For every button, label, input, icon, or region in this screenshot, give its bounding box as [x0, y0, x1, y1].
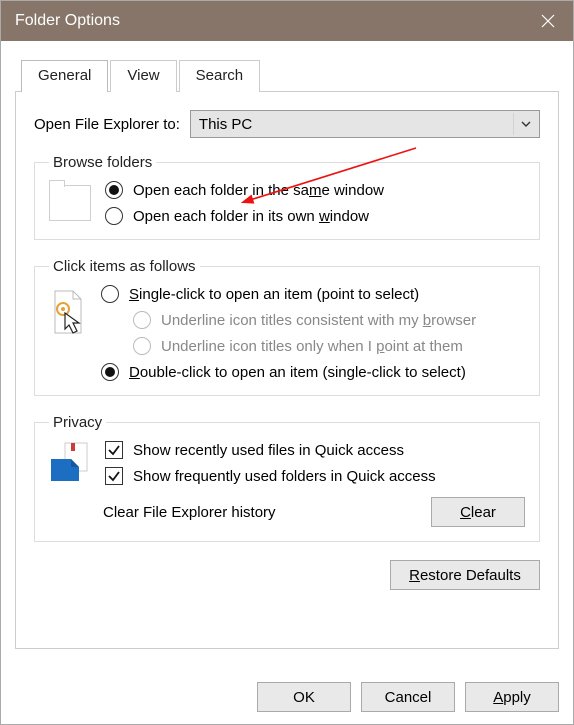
privacy-group: Privacy Show recently used f	[34, 414, 540, 542]
radio-same-window[interactable]: Open each folder in the same window	[105, 181, 525, 199]
folder-icon	[49, 185, 91, 221]
check-frequent-folders[interactable]: Show frequently used folders in Quick ac…	[105, 467, 525, 485]
radio-disabled-icon	[133, 337, 151, 355]
click-items-group: Click items as follows Single-click to o…	[34, 258, 540, 396]
check-recent-files[interactable]: Show recently used files in Quick access	[105, 441, 525, 459]
privacy-icon	[49, 441, 91, 487]
browse-folders-legend: Browse folders	[49, 154, 156, 171]
dropdown-value: This PC	[199, 116, 252, 133]
open-explorer-row: Open File Explorer to: This PC	[34, 110, 540, 138]
radio-own-window-label: Open each folder in its own window	[133, 208, 369, 225]
radio-underline-browser: Underline icon titles consistent with my…	[133, 311, 525, 329]
chevron-down-icon	[513, 113, 537, 135]
tab-search[interactable]: Search	[179, 60, 261, 92]
radio-on-icon	[105, 181, 123, 199]
close-icon	[541, 14, 555, 28]
tab-general[interactable]: General	[21, 60, 108, 92]
file-cursor-icon	[49, 289, 87, 341]
apply-button[interactable]: Apply	[465, 682, 559, 712]
titlebar: Folder Options	[1, 1, 573, 41]
radio-off-icon	[105, 207, 123, 225]
radio-single-click-label: Single-click to open an item (point to s…	[129, 286, 419, 303]
radio-underline-point: Underline icon titles only when I point …	[133, 337, 525, 355]
open-explorer-label: Open File Explorer to:	[34, 116, 180, 133]
radio-off-icon	[101, 285, 119, 303]
radio-underline-point-label: Underline icon titles only when I point …	[161, 338, 463, 355]
checkbox-checked-icon	[105, 441, 123, 459]
check-recent-files-label: Show recently used files in Quick access	[133, 442, 404, 459]
cancel-button[interactable]: Cancel	[361, 682, 455, 712]
radio-double-click[interactable]: Double-click to open an item (single-cli…	[101, 363, 525, 381]
radio-underline-browser-label: Underline icon titles consistent with my…	[161, 312, 476, 329]
radio-same-window-label: Open each folder in the same window	[133, 182, 384, 199]
checkbox-checked-icon	[105, 467, 123, 485]
ok-button[interactable]: OK	[257, 682, 351, 712]
radio-double-click-label: Double-click to open an item (single-cli…	[129, 364, 466, 381]
radio-own-window[interactable]: Open each folder in its own window	[105, 207, 525, 225]
check-frequent-folders-label: Show frequently used folders in Quick ac…	[133, 468, 436, 485]
privacy-legend: Privacy	[49, 414, 106, 431]
radio-on-icon	[101, 363, 119, 381]
radio-single-click[interactable]: Single-click to open an item (point to s…	[101, 285, 525, 303]
clear-history-label: Clear File Explorer history	[103, 504, 276, 521]
tab-content: Open File Explorer to: This PC Browse fo…	[15, 91, 559, 649]
window-title: Folder Options	[15, 12, 523, 30]
folder-options-dialog: Folder Options General View Search Open …	[0, 0, 574, 725]
tab-view[interactable]: View	[110, 60, 176, 92]
click-items-legend: Click items as follows	[49, 258, 200, 275]
open-explorer-dropdown[interactable]: This PC	[190, 110, 540, 138]
radio-disabled-icon	[133, 311, 151, 329]
clear-button[interactable]: Clear	[431, 497, 525, 527]
tab-strip: General View Search	[21, 59, 573, 91]
dialog-footer: OK Cancel Apply	[15, 682, 559, 712]
browse-folders-group: Browse folders Open each folder in the s…	[34, 154, 540, 240]
close-button[interactable]	[523, 1, 573, 41]
restore-defaults-button[interactable]: Restore Defaults	[390, 560, 540, 590]
